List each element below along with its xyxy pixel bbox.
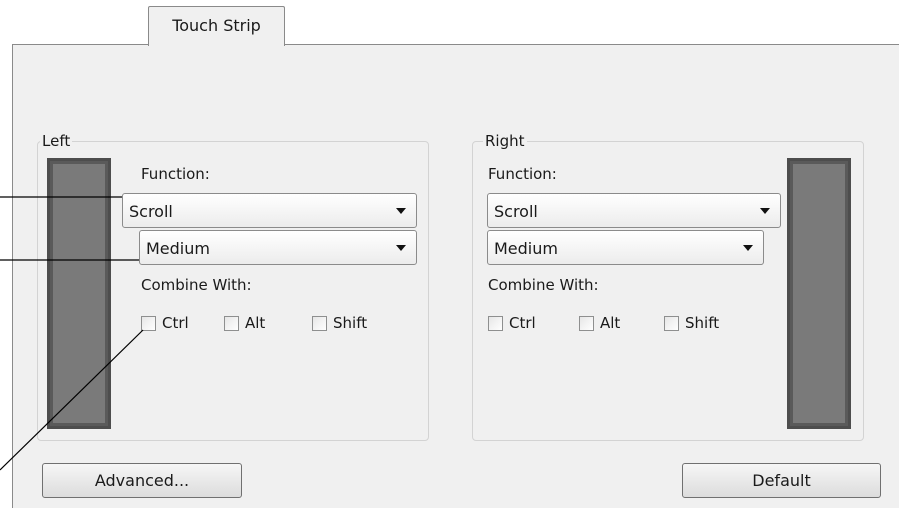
left-alt-checkbox[interactable]: Alt <box>224 314 265 332</box>
left-touch-strip <box>47 158 111 429</box>
left-shift-checkbox[interactable]: Shift <box>312 314 367 332</box>
right-combine-label: Combine With: <box>488 276 599 294</box>
left-function-value: Scroll <box>129 202 173 221</box>
default-button[interactable]: Default <box>682 463 881 498</box>
left-group-title: Left <box>40 132 73 150</box>
right-function-label: Function: <box>488 165 557 183</box>
left-ctrl-checkbox-box[interactable] <box>141 315 156 331</box>
right-touch-strip <box>787 158 851 429</box>
left-function-dropdown[interactable]: Scroll <box>122 193 417 228</box>
left-function-label: Function: <box>141 165 210 183</box>
left-alt-label: Alt <box>245 314 266 332</box>
right-ctrl-checkbox[interactable]: Ctrl <box>488 314 536 332</box>
right-shift-checkbox[interactable]: Shift <box>664 314 719 332</box>
advanced-button[interactable]: Advanced... <box>42 463 242 498</box>
right-ctrl-label: Ctrl <box>509 314 536 332</box>
left-function-chevron-down-icon <box>396 208 406 214</box>
right-function-chevron-down-icon <box>760 208 770 214</box>
left-alt-checkbox-box[interactable] <box>224 315 239 331</box>
left-shift-checkbox-box[interactable] <box>312 315 327 331</box>
right-shift-label: Shift <box>685 314 720 332</box>
right-function-value: Scroll <box>494 202 538 221</box>
right-shift-checkbox-box[interactable] <box>664 315 679 331</box>
right-speed-chevron-down-icon <box>743 245 753 251</box>
left-speed-dropdown[interactable]: Medium <box>139 230 417 265</box>
right-ctrl-checkbox-box[interactable] <box>488 315 503 331</box>
right-group-title: Right <box>483 132 527 150</box>
left-speed-value: Medium <box>146 239 210 258</box>
left-shift-label: Shift <box>333 314 368 332</box>
left-ctrl-checkbox[interactable]: Ctrl <box>141 314 189 332</box>
right-alt-checkbox-box[interactable] <box>579 315 594 331</box>
left-speed-chevron-down-icon <box>396 245 406 251</box>
right-alt-label: Alt <box>600 314 621 332</box>
right-speed-value: Medium <box>494 239 558 258</box>
right-function-dropdown[interactable]: Scroll <box>487 193 781 228</box>
right-alt-checkbox[interactable]: Alt <box>579 314 620 332</box>
right-speed-dropdown[interactable]: Medium <box>487 230 764 265</box>
left-combine-label: Combine With: <box>141 276 252 294</box>
left-ctrl-label: Ctrl <box>162 314 189 332</box>
tab-touch-strip[interactable]: Touch Strip <box>148 6 285 46</box>
